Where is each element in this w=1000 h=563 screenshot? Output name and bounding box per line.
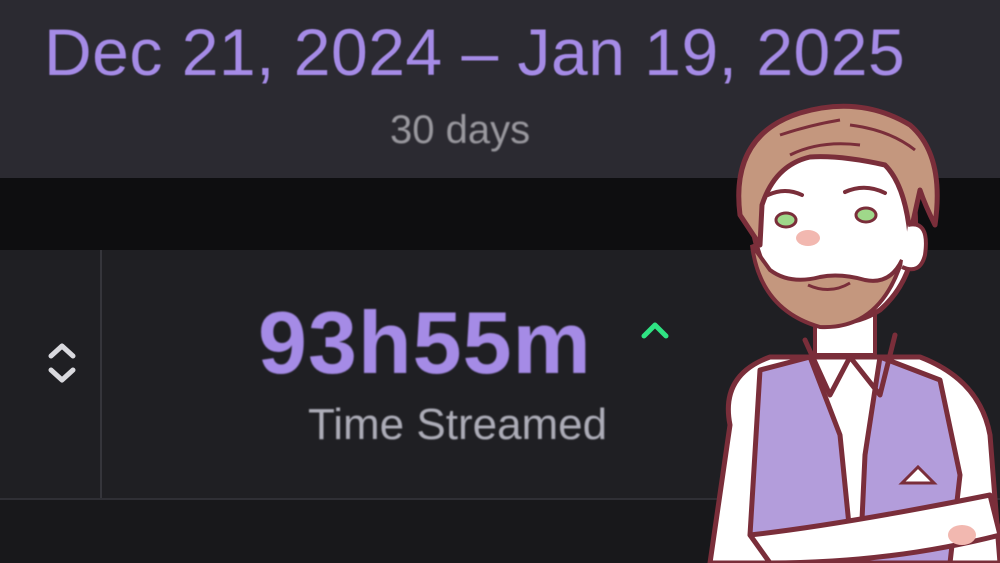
sort-up-down-icon[interactable]	[45, 340, 79, 386]
stream-stats-screen: Dec 21, 2024 – Jan 19, 2025 30 days 93h5…	[0, 0, 1000, 563]
stat-value: 93h55m	[258, 293, 592, 392]
stat-label: Time Streamed	[308, 400, 608, 449]
sort-handle[interactable]	[0, 250, 102, 498]
avatar-illustration	[707, 103, 1000, 563]
trend-up-icon	[641, 322, 669, 339]
date-range-text: Dec 21, 2024 – Jan 19, 2025	[44, 15, 906, 89]
date-range-days: 30 days	[390, 108, 531, 152]
